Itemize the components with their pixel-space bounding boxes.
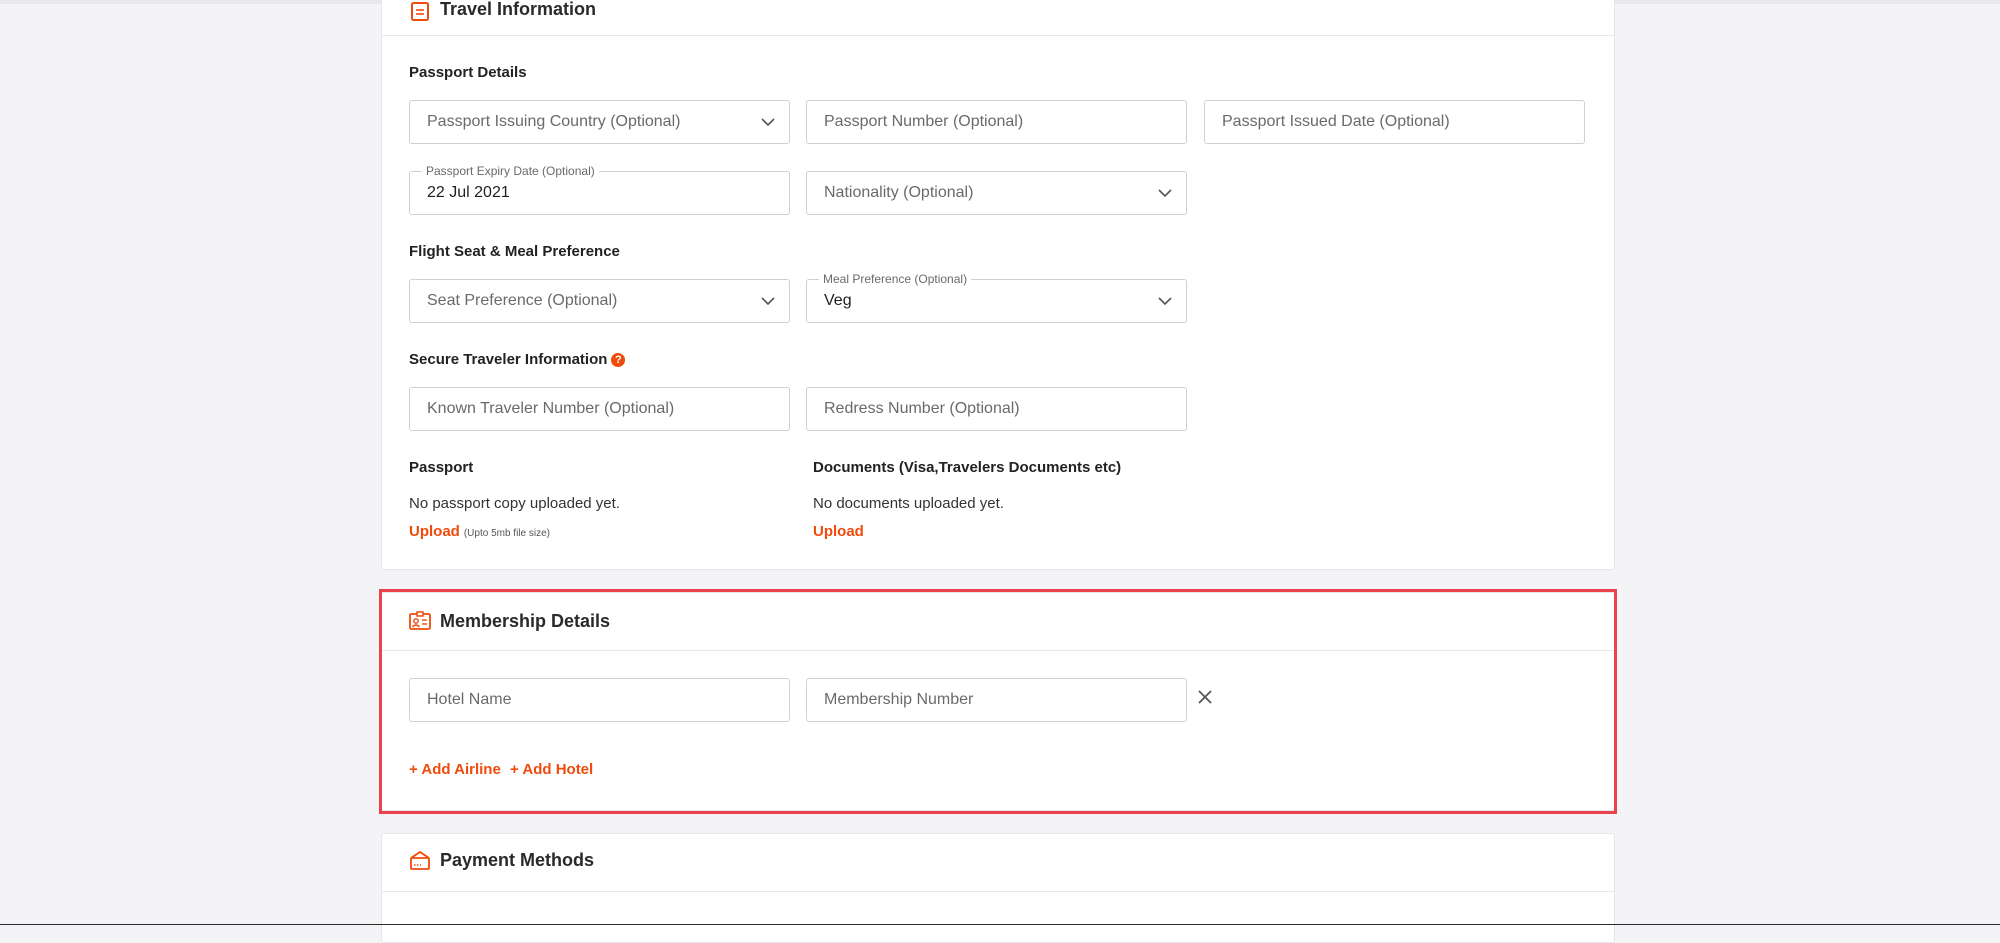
close-icon[interactable] xyxy=(1196,688,1214,706)
membership-card-title: Membership Details xyxy=(440,611,611,631)
membership-card-header: Membership Details xyxy=(382,593,1614,651)
secure-traveler-label-text: Secure Traveler Information xyxy=(409,351,608,368)
passport-upload-hint: (Upto 5mb file size) xyxy=(463,528,550,539)
redress-number-placeholder: Redress Number (Optional) xyxy=(824,400,1020,417)
add-hotel-link[interactable]: + Add Hotel xyxy=(510,761,593,778)
seat-meal-label: Flight Seat & Meal Preference xyxy=(409,243,620,260)
passport-expiry-date-input[interactable]: Passport Expiry Date (Optional) 22 Jul 2… xyxy=(409,164,790,215)
passport-issued-date-placeholder: Passport Issued Date (Optional) xyxy=(1222,113,1450,130)
meal-preference-label: Meal Preference (Optional) xyxy=(819,272,972,286)
known-traveler-number-placeholder: Known Traveler Number (Optional) xyxy=(427,400,675,417)
passport-status-text: No passport copy uploaded yet. xyxy=(409,495,620,512)
payment-card-title: Payment Methods xyxy=(440,850,595,870)
chevron-down-icon xyxy=(1158,189,1172,198)
secure-traveler-label: Secure Traveler Information? xyxy=(409,351,626,368)
hotel-name-placeholder: Hotel Name xyxy=(427,691,512,708)
meal-preference-value: Veg xyxy=(824,292,852,309)
nationality-placeholder: Nationality (Optional) xyxy=(824,184,974,201)
travel-card-title: Travel Information xyxy=(440,0,597,19)
passport-issued-date-input[interactable]: Passport Issued Date (Optional) xyxy=(1204,100,1585,144)
redress-number-input[interactable]: Redress Number (Optional) xyxy=(806,387,1187,431)
membership-number-input[interactable]: Membership Number xyxy=(806,678,1187,722)
document-icon xyxy=(411,2,429,21)
passport-issuing-country-select[interactable]: Passport Issuing Country (Optional) xyxy=(409,100,790,144)
passport-upload-text: Upload xyxy=(409,523,460,540)
passport-expiry-date-label: Passport Expiry Date (Optional) xyxy=(422,164,599,178)
id-card-icon xyxy=(409,611,431,630)
seat-preference-select[interactable]: Seat Preference (Optional) xyxy=(409,279,790,323)
passport-upload-label: Passport xyxy=(409,459,474,476)
chevron-down-icon xyxy=(761,118,775,127)
passport-expiry-date-value: 22 Jul 2021 xyxy=(427,184,510,201)
documents-upload-link[interactable]: Upload xyxy=(813,523,864,540)
travel-card-header: Travel Information xyxy=(382,0,1614,36)
membership-details-card: Membership Details Hotel Name Membership… xyxy=(381,592,1615,811)
passport-upload-link[interactable]: Upload (Upto 5mb file size) xyxy=(409,523,550,540)
travel-information-card: Travel Information Passport Details Pass… xyxy=(381,0,1615,570)
payment-methods-card: Payment Methods xyxy=(381,833,1615,943)
card-icon xyxy=(410,850,430,870)
add-airline-link[interactable]: + Add Airline xyxy=(409,761,501,778)
passport-details-label: Passport Details xyxy=(409,64,527,81)
seat-preference-placeholder: Seat Preference (Optional) xyxy=(427,292,618,309)
passport-issuing-country-placeholder: Passport Issuing Country (Optional) xyxy=(427,113,681,130)
membership-number-placeholder: Membership Number xyxy=(824,691,974,708)
passport-number-input[interactable]: Passport Number (Optional) xyxy=(806,100,1187,144)
passport-number-placeholder: Passport Number (Optional) xyxy=(824,113,1024,130)
known-traveler-number-input[interactable]: Known Traveler Number (Optional) xyxy=(409,387,790,431)
hotel-name-input[interactable]: Hotel Name xyxy=(409,678,790,722)
documents-upload-label: Documents (Visa,Travelers Documents etc) xyxy=(813,459,1122,476)
nationality-select[interactable]: Nationality (Optional) xyxy=(806,171,1187,215)
meal-preference-select[interactable]: Meal Preference (Optional) Veg xyxy=(806,272,1187,323)
chevron-down-icon xyxy=(1158,297,1172,306)
documents-status-text: No documents uploaded yet. xyxy=(813,495,1004,512)
payment-card-header: Payment Methods xyxy=(382,834,1614,892)
chevron-down-icon xyxy=(761,297,775,306)
question-circle-icon[interactable]: ? xyxy=(611,353,626,367)
